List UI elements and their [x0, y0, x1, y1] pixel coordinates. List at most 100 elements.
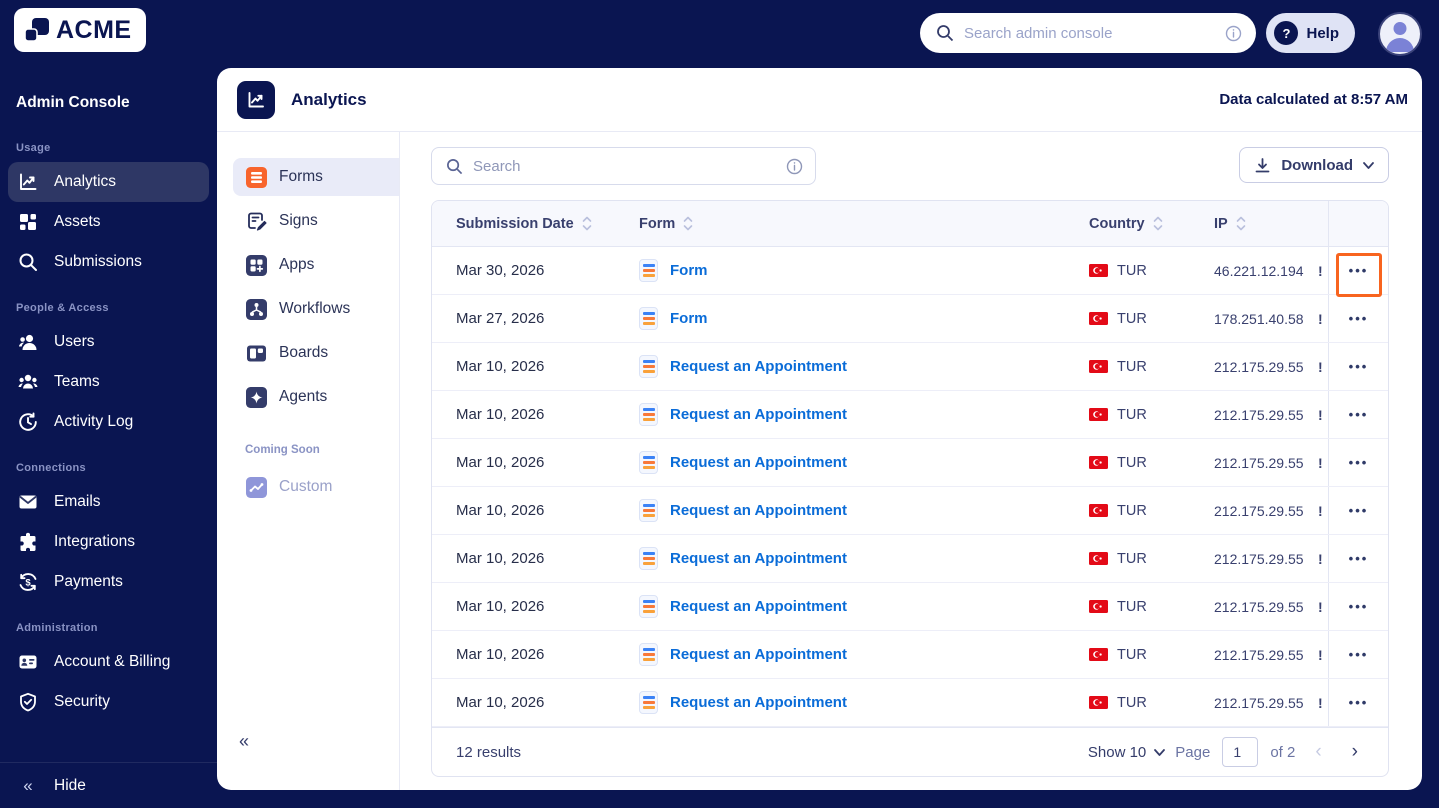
country-code: TUR: [1117, 502, 1147, 519]
country-code: TUR: [1117, 406, 1147, 423]
sidebar-item-account-billing[interactable]: Account & Billing: [8, 642, 209, 682]
form-cell: Request an Appointment: [639, 403, 1089, 426]
form-link[interactable]: Request an Appointment: [670, 358, 847, 375]
info-icon[interactable]: [786, 158, 803, 175]
help-button[interactable]: ? Help: [1266, 13, 1355, 53]
row-actions-button[interactable]: •••: [1341, 257, 1377, 284]
row-actions-button[interactable]: •••: [1341, 305, 1377, 332]
sidebar-item-integrations[interactable]: Integrations: [8, 522, 209, 562]
product-nav-apps[interactable]: Apps: [233, 246, 399, 284]
country-code: TUR: [1117, 358, 1147, 375]
table-row: Mar 10, 2026 Request an Appointment TUR …: [432, 679, 1388, 727]
column-header-submission-date[interactable]: Submission Date: [432, 216, 639, 232]
sidebar-item-users[interactable]: Users: [8, 322, 209, 362]
form-doc-icon: [639, 355, 658, 378]
admin-search-input[interactable]: [964, 24, 1225, 42]
form-cell: Request an Appointment: [639, 547, 1089, 570]
ip-cell: 212.175.29.55: [1214, 550, 1304, 567]
sidebar-item-label: Emails: [54, 493, 101, 510]
country-cell: TUR: [1089, 599, 1214, 615]
submission-date-cell: Mar 10, 2026: [456, 454, 545, 471]
submission-date-cell: Mar 10, 2026: [456, 646, 545, 663]
submissions-search-icon: [16, 250, 40, 274]
form-link[interactable]: Request an Appointment: [670, 694, 847, 711]
sidebar-item-teams[interactable]: Teams: [8, 362, 209, 402]
sort-icon: [683, 216, 693, 231]
collapse-product-nav-button[interactable]: «: [239, 731, 249, 752]
collapse-left-icon: «: [23, 775, 33, 795]
submission-date-cell: Mar 10, 2026: [456, 358, 545, 375]
agents-icon: [245, 386, 267, 408]
row-actions-button[interactable]: •••: [1341, 641, 1377, 668]
product-nav-forms[interactable]: Forms: [233, 158, 399, 196]
product-nav-signs[interactable]: Signs: [233, 202, 399, 240]
sidebar-item-activity-log[interactable]: Activity Log: [8, 402, 209, 442]
acme-logo[interactable]: ACME: [14, 8, 146, 52]
sidebar-item-assets[interactable]: Assets: [8, 202, 209, 242]
product-nav-label: Workflows: [279, 300, 351, 317]
form-link[interactable]: Form: [670, 262, 708, 279]
search-icon: [446, 158, 463, 175]
column-header-country[interactable]: Country: [1089, 216, 1214, 232]
list-search-input[interactable]: [473, 157, 786, 175]
form-cell: Request an Appointment: [639, 691, 1089, 714]
sidebar-item-label: Submissions: [54, 253, 142, 270]
row-actions-button[interactable]: •••: [1341, 593, 1377, 620]
admin-search-bar[interactable]: [920, 13, 1256, 53]
form-link[interactable]: Request an Appointment: [670, 454, 847, 471]
workflows-icon: [245, 298, 267, 320]
custom-icon: [245, 476, 267, 498]
section-label-connections: Connections: [16, 462, 86, 474]
next-page-button[interactable]: ›: [1342, 741, 1368, 763]
form-cell: Request an Appointment: [639, 595, 1089, 618]
row-actions-button[interactable]: •••: [1341, 449, 1377, 476]
list-search-bar[interactable]: [431, 147, 816, 185]
hide-sidebar-button[interactable]: « Hide: [0, 762, 217, 808]
form-link[interactable]: Request an Appointment: [670, 502, 847, 519]
sidebar-item-payments[interactable]: $ Payments: [8, 562, 209, 602]
product-nav-boards[interactable]: Boards: [233, 334, 399, 372]
sidebar-item-submissions[interactable]: Submissions: [8, 242, 209, 282]
column-header-ip[interactable]: IP: [1214, 216, 1318, 232]
search-info-icon[interactable]: [1225, 25, 1242, 42]
row-actions-button[interactable]: •••: [1341, 353, 1377, 380]
form-link[interactable]: Request an Appointment: [670, 646, 847, 663]
country-cell: TUR: [1089, 311, 1214, 327]
hide-label: Hide: [54, 776, 86, 794]
table-row: Mar 10, 2026 Request an Appointment TUR …: [432, 487, 1388, 535]
form-doc-icon: [639, 691, 658, 714]
country-cell: TUR: [1089, 647, 1214, 663]
form-link[interactable]: Form: [670, 310, 708, 327]
product-nav-custom[interactable]: Custom: [233, 468, 399, 506]
form-link[interactable]: Request an Appointment: [670, 598, 847, 615]
table-row: Mar 10, 2026 Request an Appointment TUR …: [432, 583, 1388, 631]
form-doc-icon: [639, 547, 658, 570]
row-actions-button[interactable]: •••: [1341, 545, 1377, 572]
download-button[interactable]: Download: [1239, 147, 1389, 183]
product-nav-agents[interactable]: Agents: [233, 378, 399, 416]
sidebar-item-emails[interactable]: Emails: [8, 482, 209, 522]
row-actions-button[interactable]: •••: [1341, 689, 1377, 716]
integrations-icon: [16, 530, 40, 554]
column-header-form[interactable]: Form: [639, 216, 1089, 232]
user-avatar[interactable]: [1378, 12, 1422, 56]
clipped-cell: !: [1318, 694, 1323, 711]
sidebar-item-security[interactable]: Security: [8, 682, 209, 722]
form-doc-icon: [639, 499, 658, 522]
actions-cell: •••: [1328, 535, 1388, 582]
previous-page-button[interactable]: ‹: [1305, 741, 1331, 763]
emails-icon: [16, 490, 40, 514]
page-number-input[interactable]: [1222, 737, 1259, 767]
table-row: Mar 30, 2026 Form TUR 46.221.12.194 ! ••…: [432, 247, 1388, 295]
show-per-page-select[interactable]: Show 10: [1088, 744, 1166, 761]
submission-date-cell: Mar 30, 2026: [456, 262, 545, 279]
form-doc-icon: [639, 595, 658, 618]
row-actions-button[interactable]: •••: [1341, 497, 1377, 524]
product-nav-workflows[interactable]: Workflows: [233, 290, 399, 328]
section-label-usage: Usage: [16, 142, 51, 154]
sidebar-item-analytics[interactable]: Analytics: [8, 162, 209, 202]
form-link[interactable]: Request an Appointment: [670, 550, 847, 567]
product-nav-label: Forms: [279, 168, 323, 185]
row-actions-button[interactable]: •••: [1341, 401, 1377, 428]
form-link[interactable]: Request an Appointment: [670, 406, 847, 423]
